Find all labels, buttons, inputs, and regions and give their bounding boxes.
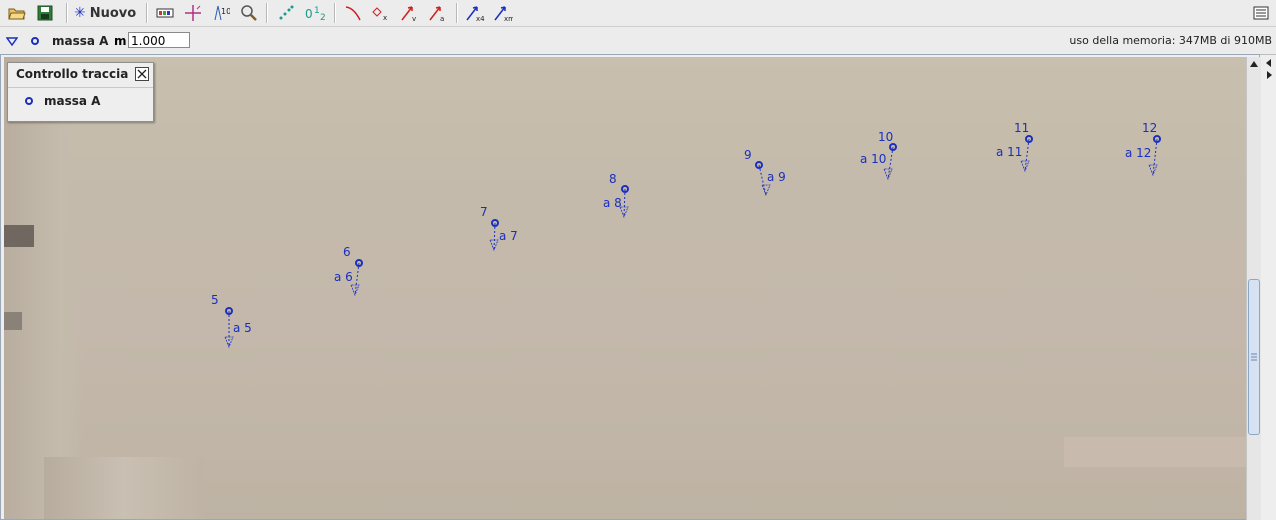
track-point[interactable]: 8 a 8	[603, 172, 629, 219]
acceleration-label: a 6	[334, 270, 353, 284]
track-name: massa A	[52, 34, 109, 48]
memory-usage: uso della memoria: 347MB di 910MB	[1069, 34, 1272, 47]
toolbar-separator	[146, 3, 148, 23]
frame-label: 11	[1014, 121, 1029, 135]
svg-text:x4: x4	[476, 15, 485, 22]
svg-text:a: a	[440, 15, 444, 22]
vector-x4-icon[interactable]: x4	[464, 2, 486, 24]
acceleration-label: a 9	[767, 170, 786, 184]
acceleration-label: a 7	[499, 229, 518, 243]
vector-head-icon	[224, 336, 234, 349]
svg-text:0: 0	[305, 7, 313, 21]
track-point[interactable]: 10 a 10	[860, 130, 897, 181]
svg-text:1: 1	[314, 6, 320, 16]
track-point[interactable]: 11 a 11	[996, 121, 1033, 173]
track-control-panel[interactable]: Controllo traccia massa A	[7, 62, 154, 122]
axes-icon[interactable]	[182, 2, 204, 24]
acceleration-vector	[887, 146, 894, 180]
toolbar-separator	[456, 3, 458, 23]
svg-text:2: 2	[320, 13, 326, 22]
svg-text:10: 10	[221, 7, 230, 16]
acceleration-label: a 11	[996, 145, 1022, 159]
frame-label: 8	[609, 172, 617, 186]
frame-label: 6	[343, 245, 351, 259]
frame-label: 9	[744, 148, 752, 162]
track-control-title: Controllo traccia	[16, 67, 129, 81]
side-arrow-icon[interactable]	[1262, 57, 1276, 87]
panel-divider	[8, 87, 153, 88]
track-point[interactable]: 7 a 7	[480, 205, 518, 252]
side-panel-edge	[1262, 57, 1276, 520]
new-track-button[interactable]: ✳ Nuovo	[74, 2, 136, 24]
toolbar-separator	[266, 3, 268, 23]
svg-text:xm: xm	[504, 15, 513, 22]
vector-head-icon	[883, 168, 893, 181]
acceleration-label: a 8	[603, 196, 622, 210]
track-selector[interactable]: massa A	[30, 33, 108, 49]
track-control-item[interactable]: massa A	[24, 94, 100, 108]
vector-head-icon	[350, 284, 360, 297]
track-point[interactable]: 9 a 9	[744, 148, 786, 197]
numbering-icon[interactable]: 012	[303, 2, 329, 24]
close-icon[interactable]	[135, 67, 149, 81]
acceleration-label: a 12	[1125, 146, 1151, 160]
track-points-icon[interactable]	[275, 2, 297, 24]
acceleration-icon[interactable]: a	[426, 2, 448, 24]
mass-label: m	[114, 34, 127, 48]
open-icon[interactable]	[6, 2, 28, 24]
new-track-label: Nuovo	[89, 5, 137, 21]
menu-icon[interactable]	[1250, 2, 1272, 24]
frame-label: 7	[480, 205, 488, 219]
velocity-icon[interactable]: v	[398, 2, 420, 24]
frame-label: 5	[211, 293, 219, 307]
track-point[interactable]: 12 a 12	[1125, 121, 1161, 177]
vector-head-icon	[1148, 164, 1158, 177]
mass-field[interactable]: 1.000	[128, 32, 190, 48]
track-control-item-label: massa A	[44, 94, 101, 108]
acceleration-vector	[623, 188, 626, 218]
track-overlay: 5 a 5 6 a 6 7 a 7 8 a 8 9 a 9 10 a 10 11 a 11 12 a 12	[211, 121, 1161, 349]
save-icon[interactable]	[34, 2, 56, 24]
clip-settings-icon[interactable]	[154, 2, 176, 24]
vector-xm-icon[interactable]: xm	[492, 2, 514, 24]
track-point[interactable]: 6 a 6	[334, 245, 363, 297]
track-bar: massa A m 1.000 uso della memoria: 347MB…	[0, 28, 1276, 55]
new-track-icon: ✳	[74, 5, 86, 21]
track-marker-icon	[31, 37, 39, 45]
main-toolbar: ✳ Nuovo 10 012 x v a x4 xm	[0, 0, 1276, 27]
track-point[interactable]: 5 a 5	[211, 293, 252, 349]
frame-label: 12	[1142, 121, 1157, 135]
scroll-thumb[interactable]	[1248, 279, 1260, 435]
track-dropdown-icon[interactable]	[6, 33, 18, 49]
frame-label: 10	[878, 130, 893, 144]
toolbar-separator	[66, 3, 68, 23]
calibration-icon[interactable]: 10	[210, 2, 232, 24]
scroll-up-icon[interactable]	[1249, 59, 1259, 69]
svg-text:v: v	[412, 15, 416, 22]
acceleration-label: a 10	[860, 152, 886, 166]
svg-text:x: x	[383, 14, 387, 22]
acceleration-vector	[493, 222, 496, 251]
path-icon[interactable]	[342, 2, 364, 24]
acceleration-label: a 5	[233, 321, 252, 335]
vector-head-icon	[1020, 160, 1030, 173]
vertical-scrollbar[interactable]	[1246, 57, 1261, 520]
toolbar-separator	[334, 3, 336, 23]
zoom-icon[interactable]	[238, 2, 260, 24]
position-icon[interactable]: x	[370, 2, 392, 24]
acceleration-vector	[758, 164, 767, 196]
track-marker-icon	[25, 97, 33, 105]
